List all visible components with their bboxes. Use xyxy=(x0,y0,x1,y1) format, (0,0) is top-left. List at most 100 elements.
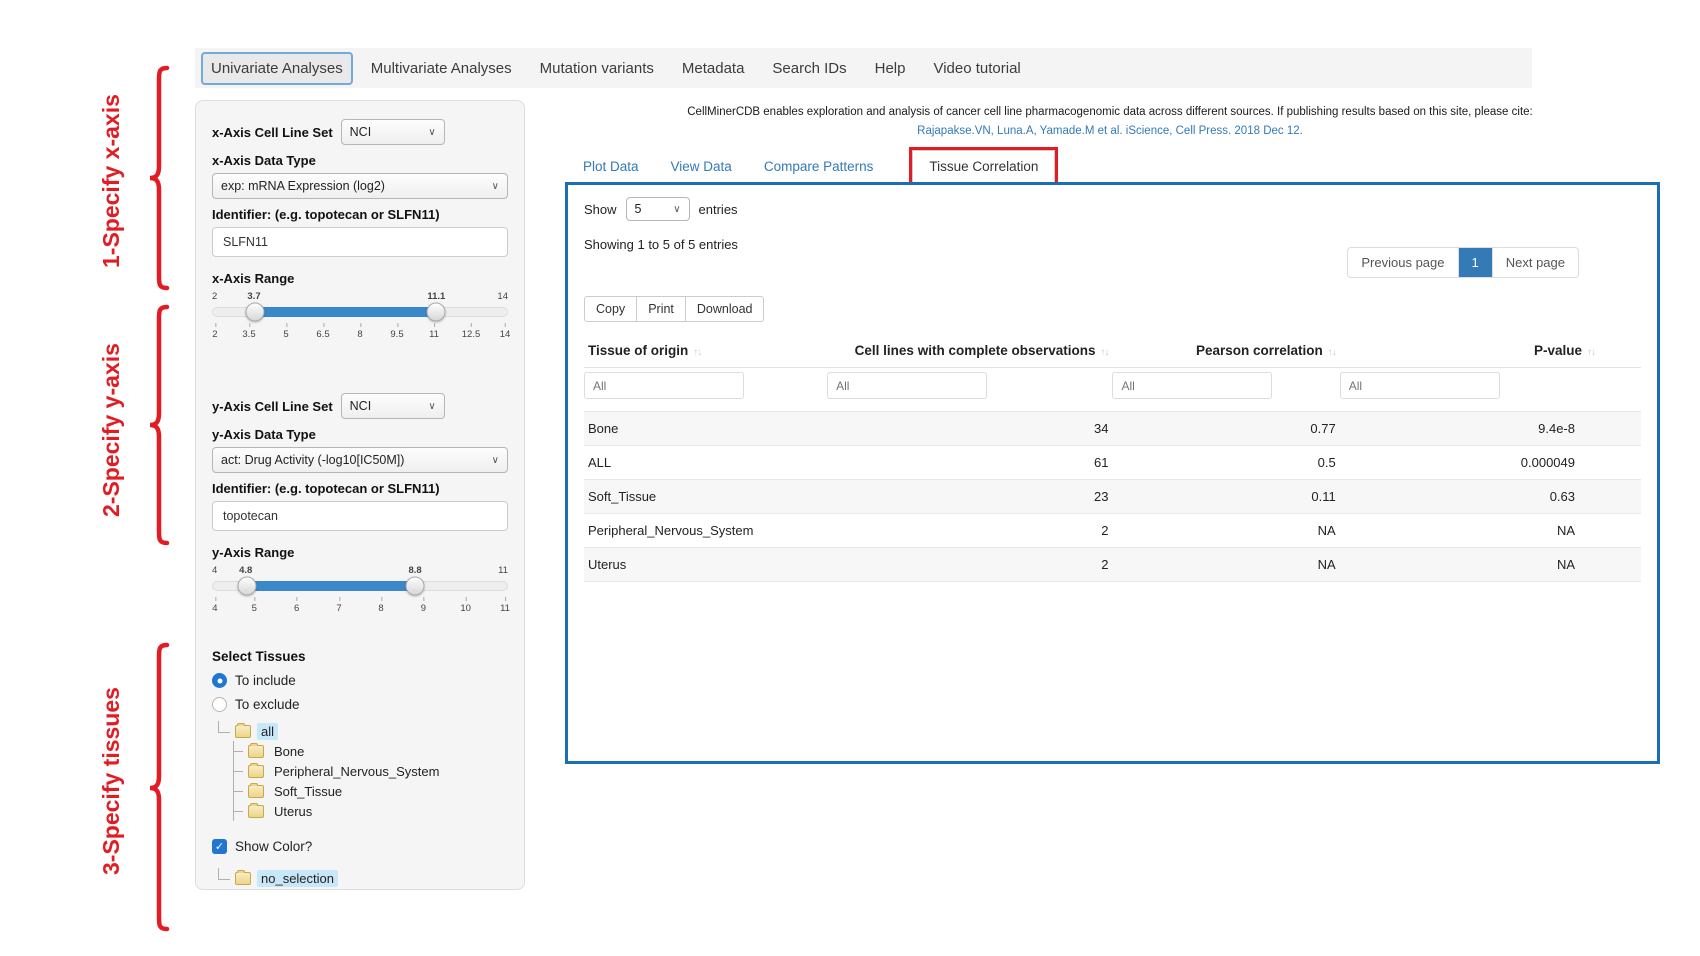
x-identifier-input[interactable] xyxy=(212,227,508,257)
export-buttons: Copy Print Download xyxy=(584,296,1641,322)
top-navbar: Univariate Analyses Multivariate Analyse… xyxy=(195,48,1532,88)
selection-tree: no_selection xyxy=(216,868,508,888)
cell-pearson: 0.5 xyxy=(1112,446,1339,480)
x-range-low-handle[interactable] xyxy=(245,303,264,322)
y-range-min: 4 xyxy=(212,565,217,576)
x-range-fill xyxy=(255,307,436,317)
cell-pearson: 0.77 xyxy=(1112,412,1339,446)
y-tick: 10 xyxy=(460,603,471,614)
nav-mutation-variants[interactable]: Mutation variants xyxy=(530,52,664,85)
chevron-down-icon: ∨ xyxy=(428,127,435,138)
x-range-slider: 2 3.7 11.1 14 2 3.5 5 6.5 8 9.5 11 12.5 … xyxy=(212,291,508,351)
exclude-radio-label: To exclude xyxy=(235,697,300,712)
y-cell-line-set-value: NCI xyxy=(350,399,372,413)
tree-elbow xyxy=(218,868,230,880)
folder-icon xyxy=(235,725,251,738)
column-header-label: Pearson correlation xyxy=(1196,343,1323,358)
sort-icon: ↑↓ xyxy=(1100,347,1108,358)
table-row: Bone 34 0.77 9.4e-8 xyxy=(584,412,1641,446)
y-tick: 8 xyxy=(378,603,383,614)
tree-node-no-selection[interactable]: no_selection xyxy=(257,870,338,887)
tab-plot-data[interactable]: Plot Data xyxy=(583,151,639,182)
nav-multivariate-analyses[interactable]: Multivariate Analyses xyxy=(361,52,522,85)
y-cell-line-set-select[interactable]: NCI ∨ xyxy=(341,393,445,419)
cell-pearson: 0.11 xyxy=(1112,480,1339,514)
x-cell-line-set-label: x-Axis Cell Line Set xyxy=(212,125,333,140)
annotation-step1-label: 1-Specify x-axis xyxy=(98,78,125,284)
filter-pvalue-input[interactable] xyxy=(1340,372,1500,399)
page-1-button[interactable]: 1 xyxy=(1459,248,1493,277)
x-range-low-value: 3.7 xyxy=(247,291,260,302)
y-range-high-handle[interactable] xyxy=(405,577,424,596)
tree-node-peripheral-nervous-system[interactable]: Peripheral_Nervous_System xyxy=(270,763,443,780)
tree-node-uterus[interactable]: Uterus xyxy=(270,803,316,820)
tab-compare-patterns[interactable]: Compare Patterns xyxy=(764,151,874,182)
x-range-high-handle[interactable] xyxy=(426,303,445,322)
cell-n: 34 xyxy=(827,412,1112,446)
print-button[interactable]: Print xyxy=(636,296,686,322)
column-header-pearson[interactable]: Pearson correlation↑↓ xyxy=(1112,334,1339,368)
tab-tissue-correlation[interactable]: Tissue Correlation xyxy=(912,150,1055,183)
cell-pearson: NA xyxy=(1112,514,1339,548)
folder-icon xyxy=(235,872,251,885)
include-radio[interactable] xyxy=(212,673,227,688)
y-cell-line-set-label: y-Axis Cell Line Set xyxy=(212,399,333,414)
nav-video-tutorial[interactable]: Video tutorial xyxy=(923,52,1030,85)
table-header-row: Tissue of origin↑↓ Cell lines with compl… xyxy=(584,334,1641,368)
citation-link[interactable]: Rajapakse.VN, Luna.A, Yamade.M et al. iS… xyxy=(560,125,1660,137)
tree-node-bone[interactable]: Bone xyxy=(270,743,308,760)
chevron-down-icon: ∨ xyxy=(492,181,499,192)
y-data-type-select[interactable]: act: Drug Activity (-log10[IC50M]) ∨ xyxy=(212,447,508,473)
nav-search-ids[interactable]: Search IDs xyxy=(762,52,856,85)
result-subtabs: Plot Data View Data Compare Patterns Tis… xyxy=(583,147,1058,186)
nav-metadata[interactable]: Metadata xyxy=(672,52,755,85)
page-size-value: 5 xyxy=(635,202,642,216)
x-cell-line-set-select[interactable]: NCI ∨ xyxy=(341,119,445,145)
y-tick: 4 xyxy=(212,603,217,614)
y-range-label: y-Axis Range xyxy=(212,545,508,560)
nav-help[interactable]: Help xyxy=(865,52,916,85)
filter-tissue-input[interactable] xyxy=(584,372,744,399)
page-size-select[interactable]: 5 ∨ xyxy=(626,197,690,221)
y-range-track[interactable] xyxy=(212,581,508,591)
x-range-track[interactable] xyxy=(212,307,508,317)
x-range-min: 2 xyxy=(212,291,217,302)
table-row: Soft_Tissue 23 0.11 0.63 xyxy=(584,480,1641,514)
y-identifier-input[interactable] xyxy=(212,501,508,531)
tree-node-soft-tissue[interactable]: Soft_Tissue xyxy=(270,783,346,800)
show-color-checkbox[interactable]: ✓ xyxy=(212,839,227,854)
cell-pvalue: NA xyxy=(1340,548,1641,582)
cell-n: 2 xyxy=(827,514,1112,548)
pagination: Previous page 1 Next page xyxy=(1347,247,1579,278)
tissue-correlation-highlight-box: Tissue Correlation xyxy=(909,147,1058,186)
tissue-correlation-table: Tissue of origin↑↓ Cell lines with compl… xyxy=(584,334,1641,582)
x-tick: 14 xyxy=(500,329,511,340)
sort-icon: ↑↓ xyxy=(1587,347,1595,358)
column-header-pvalue[interactable]: P-value↑↓ xyxy=(1340,334,1641,368)
annotation-step2-label: 2-Specify y-axis xyxy=(98,318,125,542)
x-data-type-select[interactable]: exp: mRNA Expression (log2) ∨ xyxy=(212,173,508,199)
column-header-tissue[interactable]: Tissue of origin↑↓ xyxy=(584,334,827,368)
filter-pearson-input[interactable] xyxy=(1112,372,1272,399)
previous-page-button[interactable]: Previous page xyxy=(1348,248,1458,277)
y-range-low-value: 4.8 xyxy=(239,565,252,576)
x-range-high-value: 11.1 xyxy=(427,291,445,302)
tree-connector xyxy=(234,751,243,752)
download-button[interactable]: Download xyxy=(685,296,765,322)
filter-cell-lines-input[interactable] xyxy=(827,372,987,399)
x-tick: 8 xyxy=(357,329,362,340)
column-header-cell-lines[interactable]: Cell lines with complete observations↑↓ xyxy=(827,334,1112,368)
y-tick: 11 xyxy=(500,603,510,614)
y-tick: 5 xyxy=(252,603,257,614)
copy-button[interactable]: Copy xyxy=(584,296,637,322)
tab-view-data[interactable]: View Data xyxy=(671,151,732,182)
cell-tissue: Peripheral_Nervous_System xyxy=(584,514,827,548)
tree-node-all[interactable]: all xyxy=(257,723,278,740)
folder-icon xyxy=(248,805,264,818)
y-range-low-handle[interactable] xyxy=(237,577,256,596)
x-tick: 2 xyxy=(212,329,217,340)
exclude-radio[interactable] xyxy=(212,697,227,712)
x-tick: 5 xyxy=(283,329,288,340)
next-page-button[interactable]: Next page xyxy=(1493,248,1578,277)
nav-univariate-analyses[interactable]: Univariate Analyses xyxy=(201,52,353,85)
